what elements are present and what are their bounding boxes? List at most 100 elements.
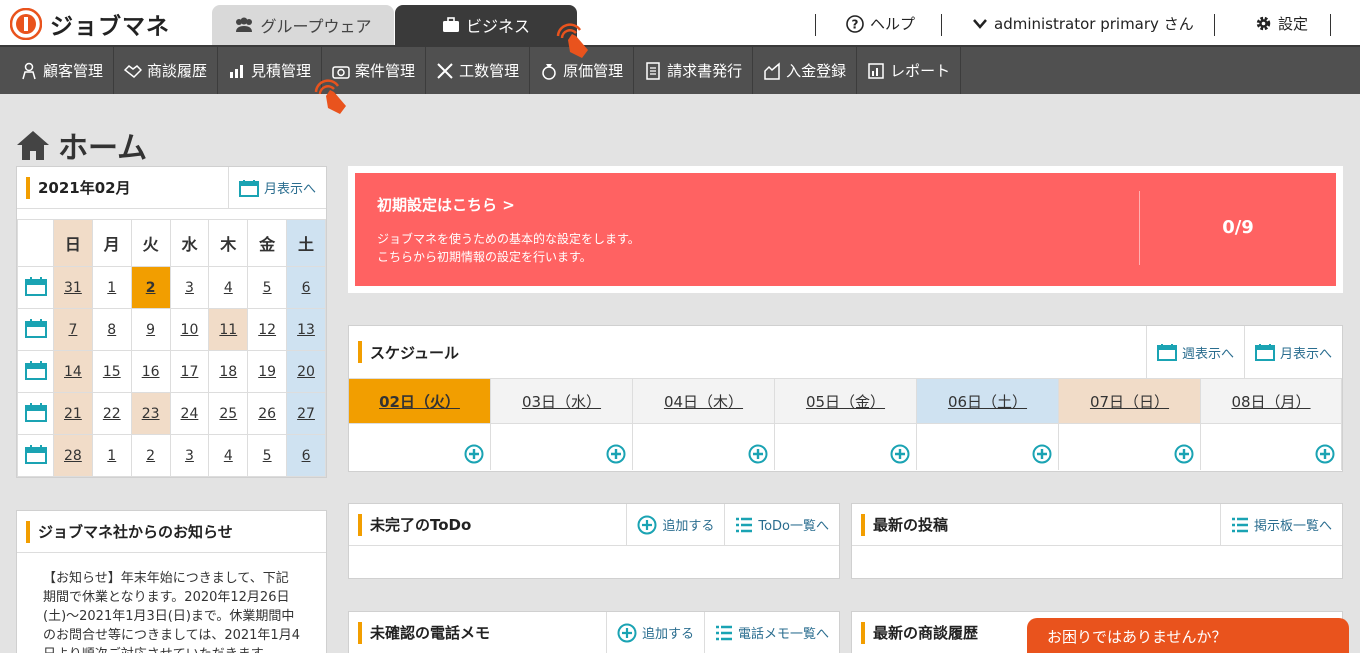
- calendar-day[interactable]: 3: [169, 434, 210, 477]
- schedule-month-view-button[interactable]: 月表示へ: [1243, 326, 1342, 378]
- schedule-day-label[interactable]: 06日（土）: [948, 391, 1027, 412]
- calendar-icon[interactable]: [24, 444, 47, 464]
- nav-workhours[interactable]: 工数管理: [426, 47, 531, 94]
- nav-reports[interactable]: レポート: [857, 47, 962, 94]
- schedule-day-label[interactable]: 05日（金）: [806, 391, 885, 412]
- nav-label: レポート: [890, 62, 951, 80]
- nav-deals[interactable]: 商談履歴: [114, 47, 219, 94]
- calendar-day[interactable]: 17: [169, 350, 210, 393]
- schedule-day-label[interactable]: 04日（木）: [664, 391, 743, 412]
- calendar-month-view-button[interactable]: 月表示へ: [227, 167, 326, 208]
- logo[interactable]: ジョブマネ: [10, 7, 170, 41]
- schedule-day-header[interactable]: 03日（水）: [491, 379, 633, 424]
- schedule-day-header[interactable]: 06日（土）: [917, 379, 1059, 424]
- setup-title[interactable]: 初期設定はこちら >: [377, 194, 515, 215]
- calendar-day[interactable]: 8: [91, 308, 132, 351]
- week-schedule-cell[interactable]: [17, 266, 54, 309]
- add-schedule-icon[interactable]: [1174, 444, 1194, 464]
- weekday-header: 金: [247, 219, 288, 267]
- add-schedule-icon[interactable]: [1315, 444, 1335, 464]
- calendar-day[interactable]: 4: [208, 266, 249, 309]
- calendar-day[interactable]: 3: [169, 266, 210, 309]
- calendar-day[interactable]: 21: [53, 392, 93, 435]
- calendar-day[interactable]: 15: [91, 350, 132, 393]
- calendar-day[interactable]: 26: [247, 392, 288, 435]
- week-schedule-cell[interactable]: [17, 392, 54, 435]
- calendar-day[interactable]: 10: [169, 308, 210, 351]
- week-view-label: 週表示へ: [1181, 346, 1234, 362]
- calendar-day[interactable]: 28: [53, 434, 93, 477]
- calendar-day[interactable]: 27: [286, 392, 326, 435]
- tab-groupware[interactable]: グループウェア: [212, 5, 394, 45]
- mini-calendar: 2021年02月 月表示へ 日 月 火 水 木 金 土 31 1 2 3 4 5 6 7 8 9 1…: [16, 166, 327, 478]
- svg-text:?: ?: [852, 17, 859, 31]
- schedule-day-header[interactable]: 02日（火）: [349, 379, 491, 424]
- help-chat-button[interactable]: お困りではありませんか？: [1027, 618, 1349, 653]
- calendar-day[interactable]: 2: [130, 434, 171, 477]
- calendar-day[interactable]: 11: [208, 308, 249, 351]
- calendar-icon[interactable]: [24, 276, 47, 296]
- add-schedule-icon[interactable]: [890, 444, 910, 464]
- nav-estimates[interactable]: 見積管理: [218, 47, 323, 94]
- week-schedule-cell[interactable]: [17, 434, 54, 477]
- add-schedule-icon[interactable]: [748, 444, 768, 464]
- schedule-day-label[interactable]: 03日（水）: [522, 391, 601, 412]
- phone-memo-add-button[interactable]: 追加する: [605, 612, 704, 653]
- calendar-day[interactable]: 6: [286, 434, 326, 477]
- schedule-day-label[interactable]: 08日（月）: [1231, 391, 1310, 412]
- calendar-day[interactable]: 20: [286, 350, 326, 393]
- schedule-day-label[interactable]: 07日（日）: [1090, 391, 1169, 412]
- calendar-day[interactable]: 6: [286, 266, 326, 309]
- posts-list-button[interactable]: 掲示板一覧へ: [1219, 504, 1342, 545]
- schedule-day-header[interactable]: 04日（木）: [633, 379, 775, 424]
- calendar-day[interactable]: 16: [130, 350, 171, 393]
- setup-banner[interactable]: 初期設定はこちら > ジョブマネを使うための基本的な設定をします。 こちらから初…: [355, 173, 1336, 286]
- calendar-day[interactable]: 2: [130, 266, 171, 309]
- schedule-week-view-button[interactable]: 週表示へ: [1145, 326, 1244, 378]
- calendar-day[interactable]: 25: [208, 392, 249, 435]
- calendar-day[interactable]: 31: [53, 266, 93, 309]
- calendar-day[interactable]: 5: [247, 434, 288, 477]
- nav-payments[interactable]: 入金登録: [753, 47, 858, 94]
- schedule-day-header[interactable]: 08日（月）: [1201, 379, 1342, 424]
- calendar-icon[interactable]: [24, 402, 47, 422]
- calendar-day[interactable]: 5: [247, 266, 288, 309]
- calendar-icon[interactable]: [24, 360, 47, 380]
- calendar-day[interactable]: 22: [91, 392, 132, 435]
- help-link[interactable]: ? ヘルプ: [846, 13, 915, 34]
- add-schedule-icon[interactable]: [606, 444, 626, 464]
- add-schedule-icon[interactable]: [464, 444, 484, 464]
- calendar-day[interactable]: 7: [53, 308, 93, 351]
- calendar-day[interactable]: 24: [169, 392, 210, 435]
- tap-indicator-icon: [314, 79, 346, 114]
- calendar-day[interactable]: 13: [286, 308, 326, 351]
- user-menu[interactable]: administrator primary さん: [972, 13, 1194, 34]
- chart-icon: [230, 64, 244, 78]
- calendar-day[interactable]: 18: [208, 350, 249, 393]
- schedule-day-label[interactable]: 02日（火）: [379, 391, 460, 412]
- question-icon: ?: [846, 14, 864, 33]
- phone-memo-list-button[interactable]: 電話メモ一覧へ: [703, 612, 839, 653]
- settings-link[interactable]: 設定: [1255, 13, 1308, 34]
- todo-list-button[interactable]: ToDo一覧へ: [724, 504, 839, 545]
- calendar-day[interactable]: 1: [91, 266, 132, 309]
- calendar-icon[interactable]: [24, 318, 47, 338]
- nav-invoices[interactable]: 請求書発行: [634, 47, 754, 94]
- calendar-day[interactable]: 12: [247, 308, 288, 351]
- week-schedule-cell[interactable]: [17, 308, 54, 351]
- calendar-day[interactable]: 1: [91, 434, 132, 477]
- nav-customers[interactable]: 顧客管理: [0, 47, 115, 94]
- schedule-day-header[interactable]: 07日（日）: [1059, 379, 1201, 424]
- add-schedule-icon[interactable]: [1032, 444, 1052, 464]
- calendar-day[interactable]: 23: [130, 392, 171, 435]
- schedule-day-header[interactable]: 05日（金）: [775, 379, 917, 424]
- calendar-day[interactable]: 19: [247, 350, 288, 393]
- calendar-day[interactable]: 9: [130, 308, 171, 351]
- calendar-month: 2021年02月: [17, 177, 228, 199]
- calendar-day[interactable]: 4: [208, 434, 249, 477]
- todo-add-button[interactable]: 追加する: [626, 504, 724, 545]
- week-schedule-cell[interactable]: [17, 350, 54, 393]
- calendar-day[interactable]: 14: [53, 350, 93, 393]
- home-icon: [17, 131, 49, 160]
- todo-title: 未完了のToDo: [349, 514, 626, 536]
